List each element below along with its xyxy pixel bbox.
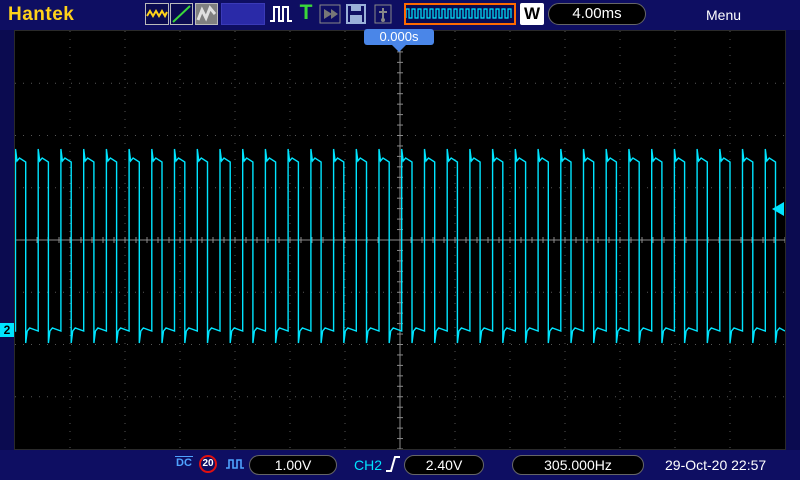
save-icon[interactable] [344, 3, 368, 25]
menu-button[interactable]: Menu [706, 7, 741, 23]
trigger-level-display[interactable]: 2.40V [404, 455, 484, 475]
timebase-display[interactable]: 4.00ms [548, 3, 646, 25]
blank-panel [221, 3, 265, 25]
top-toolbar: Hantek T W 4.00ms Menu [0, 0, 800, 30]
trigger-icon[interactable]: T [296, 2, 316, 25]
usb-icon[interactable] [372, 3, 394, 25]
wave-overview-icon[interactable] [404, 3, 516, 25]
volts-per-div-display[interactable]: 1.00V [249, 455, 337, 475]
ch2-ground-marker[interactable]: 2 [0, 323, 14, 337]
waveform-plot [15, 31, 785, 449]
overview-waveform [405, 8, 512, 19]
graticule [15, 31, 785, 449]
waveform-display[interactable] [14, 30, 786, 450]
bandwidth-limit-badge[interactable]: 20 [199, 455, 217, 473]
line-icon[interactable] [170, 3, 193, 25]
trigger-level-marker[interactable] [772, 202, 784, 216]
coupling-indicator[interactable]: DC [175, 456, 193, 470]
waveform-icon[interactable] [145, 3, 169, 25]
mode-icon[interactable]: W [520, 3, 544, 25]
datetime-display: 29-Oct-20 22:57 [665, 457, 767, 473]
trigger-time-pointer [392, 45, 406, 52]
arrow-icon[interactable] [318, 3, 342, 25]
brand-logo: Hantek [8, 4, 75, 25]
pulse-icon[interactable] [268, 3, 294, 25]
trigger-source-label[interactable]: CH2 [354, 457, 382, 473]
frequency-display[interactable]: 305.000Hz [512, 455, 644, 475]
persist-icon[interactable] [195, 3, 218, 25]
trigger-time-label[interactable]: 0.000s [364, 29, 434, 45]
rising-edge-icon[interactable] [384, 455, 402, 473]
invert-icon[interactable] [225, 455, 245, 473]
